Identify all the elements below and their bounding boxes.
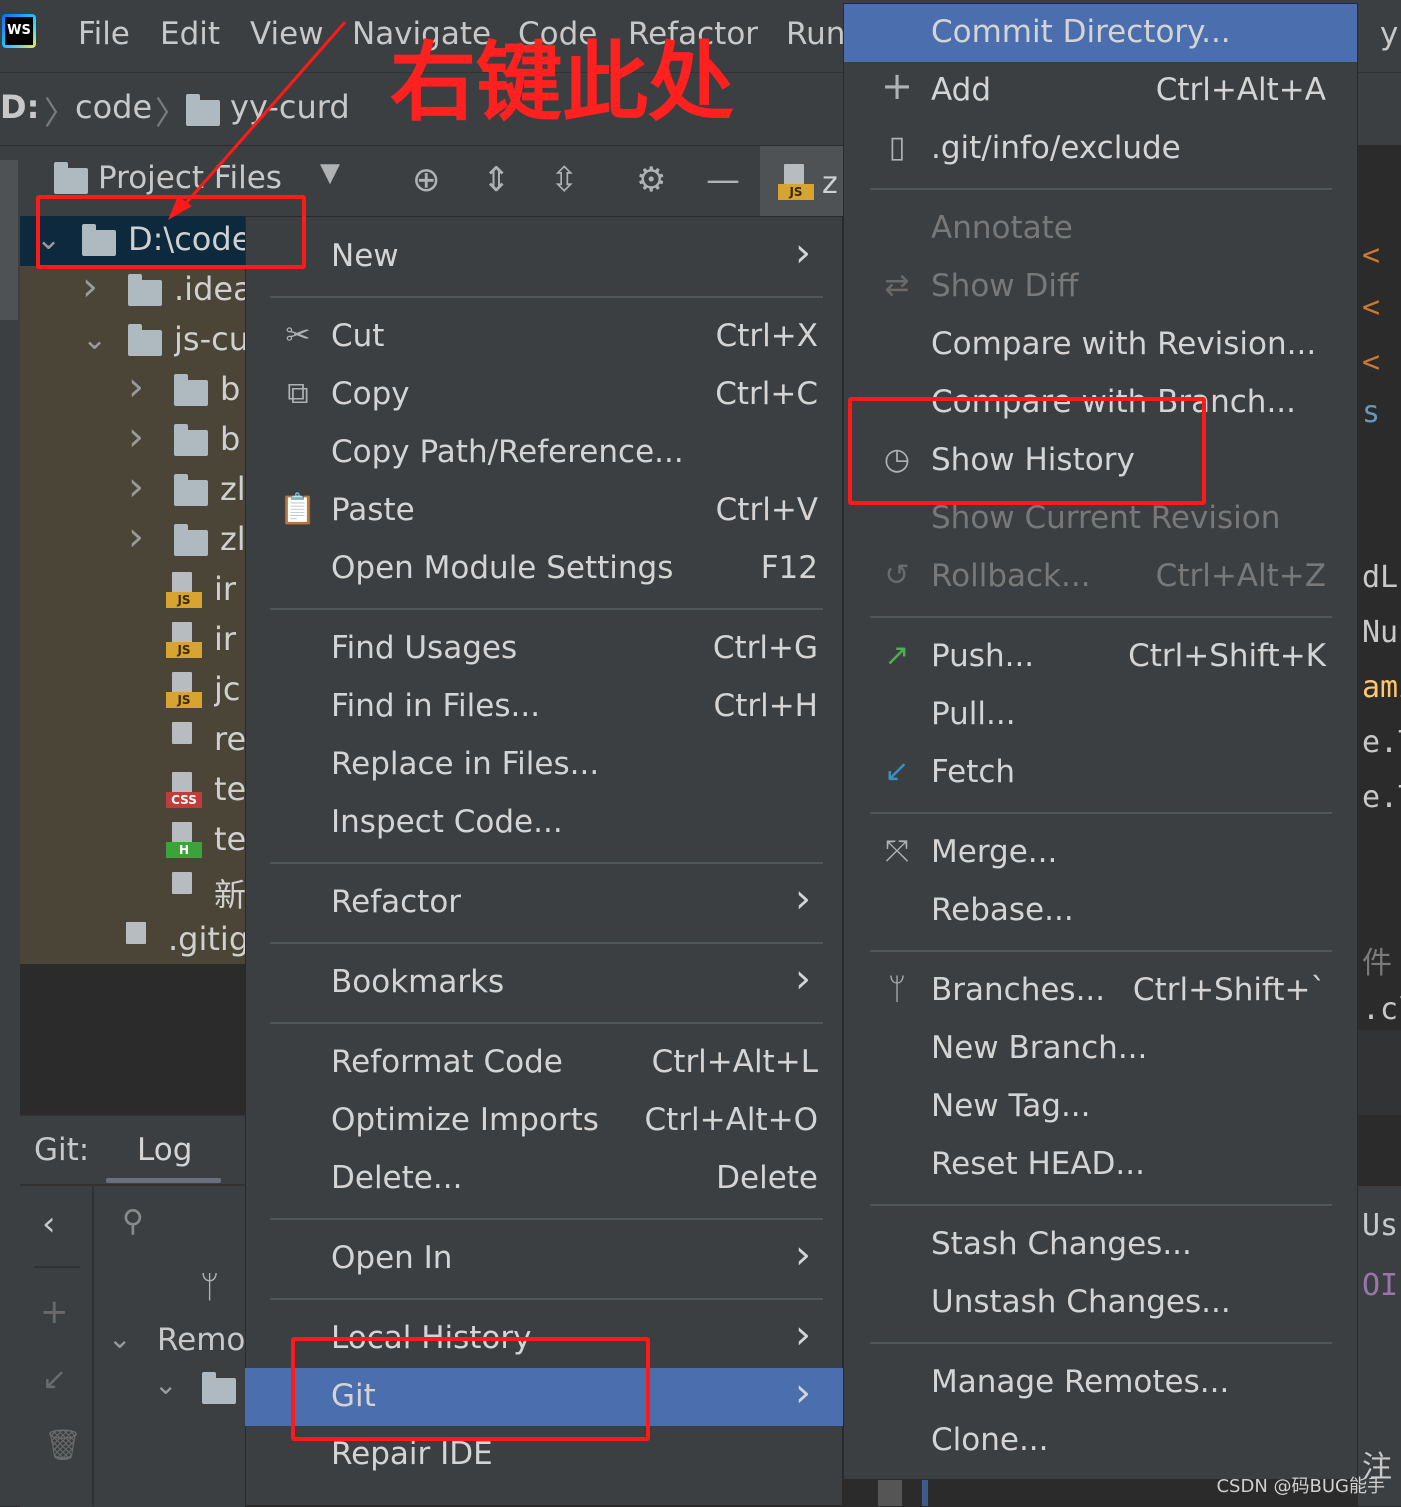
annotation-right-click-here: 右键此处 <box>390 33 734 133</box>
watermark: CSDN @码BUG能手 <box>1216 1476 1385 1497</box>
annotation-box-git <box>291 1337 650 1441</box>
annotation-arrow-line <box>178 21 347 211</box>
annotation-box-show-history <box>848 397 1206 505</box>
annotation-box-root-folder <box>36 195 306 269</box>
